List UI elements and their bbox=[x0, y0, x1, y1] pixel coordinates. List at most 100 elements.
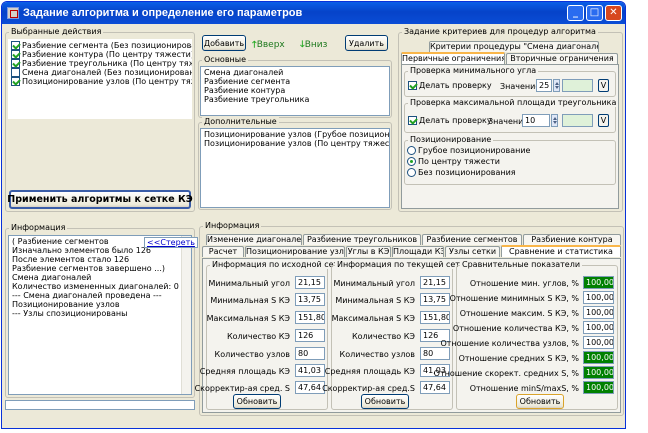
min-angle-spinner[interactable] bbox=[553, 79, 560, 92]
checkbox-icon[interactable] bbox=[11, 59, 20, 68]
field-label: Максимальная S КЭ bbox=[331, 314, 415, 323]
main-list[interactable]: Смена диагоналей Разбиение сегмента Разб… bbox=[200, 66, 390, 116]
radio-icon[interactable] bbox=[407, 146, 416, 155]
field-value[interactable]: 100,00 bbox=[583, 381, 614, 394]
positioning-group: Позиционирование Грубое позиционирование… bbox=[404, 135, 616, 185]
refresh-current-button[interactable]: Обновить bbox=[361, 394, 409, 409]
action-item-label: Разбиение сегмента (Без позиционирования… bbox=[22, 41, 192, 50]
field-label: Количество КЭ bbox=[226, 332, 290, 341]
list-item[interactable]: Позиционирование узлов (По центру тяжест… bbox=[204, 139, 389, 148]
list-item[interactable]: Смена диагоналей bbox=[204, 68, 283, 77]
info-status-field[interactable] bbox=[5, 400, 195, 410]
erase-link[interactable]: <<Стереть bbox=[144, 237, 198, 248]
tab-positioning[interactable]: Позиционирование узлов bbox=[245, 246, 345, 257]
tab-angles[interactable]: Углы в КЭ bbox=[346, 246, 391, 257]
radio-coarse[interactable]: Грубое позиционирование bbox=[407, 146, 530, 155]
add-button[interactable]: Добавить bbox=[202, 35, 246, 51]
field-value[interactable]: 41,03 bbox=[295, 364, 325, 377]
log-scrollbar[interactable] bbox=[181, 236, 191, 394]
action-item[interactable]: Разбиение сегмента (Без позиционирования… bbox=[11, 41, 192, 50]
field-value[interactable]: 13,75 bbox=[295, 293, 325, 306]
tab-diag-criteria[interactable]: Критерии процедуры "Смена диагоналей" bbox=[429, 41, 599, 52]
tab-primary[interactable]: Первичные ограничения bbox=[401, 52, 505, 64]
tab-diag-change[interactable]: Изменение диагоналей bbox=[206, 234, 302, 245]
extra-list[interactable]: Позиционирование узлов (Грубое позициони… bbox=[200, 128, 390, 208]
action-item[interactable]: Разбиение контура (По центру тяжести) bbox=[11, 50, 192, 59]
field-value[interactable]: 80 bbox=[295, 347, 325, 360]
down-button[interactable]: 🡓Вниз bbox=[300, 37, 327, 53]
field-label: Скорректир-ая сред.S bbox=[322, 384, 415, 393]
field-value[interactable]: 100,00 bbox=[583, 306, 614, 319]
apply-algorithms-button[interactable]: Применить алгоритмы к сетке КЭ bbox=[7, 190, 193, 209]
field-value[interactable]: 100,00 bbox=[583, 276, 614, 289]
field-value[interactable]: 47,64 bbox=[295, 381, 325, 394]
field-value[interactable]: 100,00 bbox=[583, 366, 614, 379]
max-area-check[interactable]: Делать проверку bbox=[408, 116, 492, 125]
checkbox-icon[interactable] bbox=[11, 68, 20, 77]
min-angle-extra-input[interactable] bbox=[562, 79, 593, 92]
radio-none[interactable]: Без позиционирования bbox=[407, 168, 516, 177]
close-button[interactable]: ✕ bbox=[605, 5, 622, 21]
action-item[interactable]: Разбиение треугольника (По центру тяжест… bbox=[11, 59, 192, 68]
up-button[interactable]: 🡑Вверх bbox=[252, 37, 285, 53]
list-item[interactable]: Разбиение сегмента bbox=[204, 77, 290, 86]
field-value[interactable]: 126 bbox=[295, 329, 325, 342]
action-item[interactable]: Смена диагоналей (Без позиционирования) bbox=[11, 68, 192, 77]
action-item-label: Позиционирование узлов (По центру тяжест… bbox=[22, 77, 192, 86]
radio-centroid[interactable]: По центру тяжести bbox=[407, 157, 500, 166]
maximize-button[interactable]: □ bbox=[586, 5, 603, 21]
max-area-spinner[interactable] bbox=[551, 114, 558, 127]
field-value[interactable]: 100,00 bbox=[583, 336, 614, 349]
field-label: Отношение количества КЭ, % bbox=[452, 324, 579, 333]
tab-areas[interactable]: Площади КЭ bbox=[392, 246, 444, 257]
field-value[interactable]: 100,00 bbox=[583, 321, 614, 334]
info-log[interactable]: ( Разбиение сегментов Изначально элемент… bbox=[8, 235, 192, 395]
minimize-button[interactable]: _ bbox=[567, 5, 584, 21]
main-window: Задание алгоритма и определение его пара… bbox=[1, 1, 626, 429]
refresh-compare-button[interactable]: Обновить bbox=[516, 394, 564, 409]
max-area-legend: Проверка максимальной площади треугольни… bbox=[408, 98, 619, 107]
max-area-input[interactable]: 10 bbox=[522, 114, 550, 127]
list-item[interactable]: Позиционирование узлов (Грубое позициони… bbox=[204, 130, 389, 139]
max-area-extra-input[interactable] bbox=[562, 114, 593, 127]
title-bar[interactable]: Задание алгоритма и определение его пара… bbox=[2, 2, 625, 24]
min-angle-input[interactable]: 25 bbox=[536, 79, 552, 92]
info-legend: Информация bbox=[9, 223, 68, 232]
field-value[interactable]: 47,64 bbox=[420, 381, 450, 394]
min-angle-v-button[interactable]: V bbox=[598, 79, 609, 92]
field-value[interactable]: 13,75 bbox=[420, 293, 450, 306]
criteria-tab-page: Проверка минимального угла Делать провер… bbox=[401, 64, 619, 209]
checkbox-icon[interactable] bbox=[11, 41, 20, 50]
radio-icon[interactable] bbox=[407, 168, 416, 177]
tab-compare[interactable]: Сравнение и статистика bbox=[501, 245, 621, 257]
checkbox-icon[interactable] bbox=[11, 50, 20, 59]
list-item[interactable]: Разбиение контура bbox=[204, 86, 285, 95]
actions-list[interactable]: Разбиение сегмента (Без позиционирования… bbox=[8, 39, 192, 119]
checkbox-icon[interactable] bbox=[11, 77, 20, 86]
radio-icon[interactable] bbox=[407, 157, 416, 166]
min-angle-check[interactable]: Делать проверку bbox=[408, 81, 492, 90]
field-value[interactable]: 151,80 bbox=[420, 311, 450, 324]
refresh-source-button[interactable]: Обновить bbox=[233, 394, 281, 409]
checkbox-icon[interactable] bbox=[408, 116, 417, 125]
action-item[interactable]: Позиционирование узлов (По центру тяжест… bbox=[11, 77, 192, 86]
field-value[interactable]: 100,00 bbox=[583, 351, 614, 364]
max-area-v-button[interactable]: V bbox=[598, 114, 609, 127]
tab-secondary[interactable]: Вторичные ограничения bbox=[506, 53, 618, 64]
checkbox-icon[interactable] bbox=[408, 81, 417, 90]
min-angle-legend: Проверка минимального угла bbox=[408, 66, 539, 75]
tab-contour-split[interactable]: Разбиение контура bbox=[523, 234, 621, 245]
min-angle-group: Проверка минимального угла Делать провер… bbox=[404, 66, 616, 97]
field-value[interactable]: 21,15 bbox=[420, 276, 450, 289]
tab-seg-split[interactable]: Разбиение сегментов bbox=[422, 234, 522, 245]
tab-calc[interactable]: Расчет bbox=[202, 246, 244, 257]
field-value[interactable]: 80 bbox=[420, 347, 450, 360]
field-value[interactable]: 100,00 bbox=[583, 291, 614, 304]
criteria-group: Задание критериев для процедур алгоритма… bbox=[398, 27, 623, 212]
tab-nodes[interactable]: Узлы сетки bbox=[445, 246, 500, 257]
list-item[interactable]: Разбиение треугольника bbox=[204, 95, 309, 104]
delete-button[interactable]: Удалить bbox=[345, 35, 388, 51]
field-value[interactable]: 21,15 bbox=[295, 276, 325, 289]
tab-tri-split[interactable]: Разбиение треугольников bbox=[303, 234, 421, 245]
field-value[interactable]: 151,80 bbox=[295, 311, 325, 324]
